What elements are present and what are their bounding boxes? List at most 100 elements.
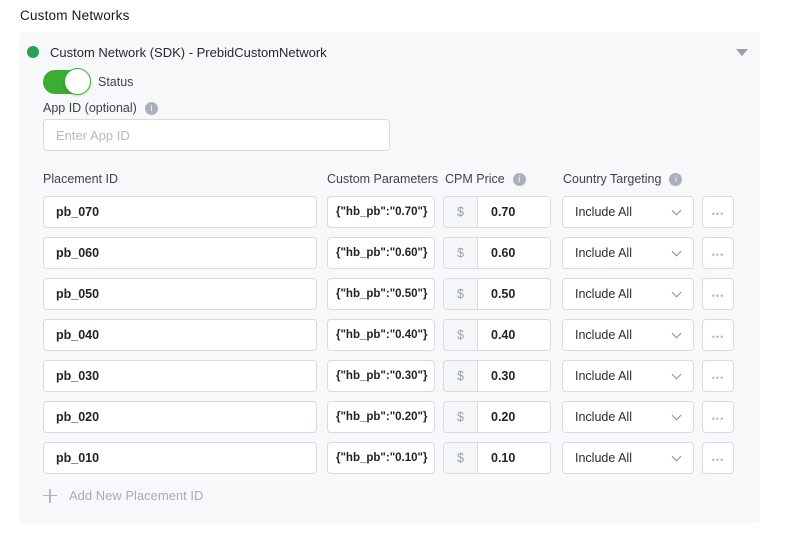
- ellipsis-icon: [712, 328, 724, 343]
- cpm-price-field: $: [443, 442, 551, 474]
- chevron-down-icon: [672, 288, 682, 298]
- plus-icon: [43, 489, 57, 503]
- placement-id-input[interactable]: [43, 278, 317, 310]
- custom-parameters-input[interactable]: [327, 237, 435, 269]
- currency-symbol: $: [444, 197, 478, 227]
- row-options-button[interactable]: [702, 237, 734, 269]
- ellipsis-icon: [712, 410, 724, 425]
- country-targeting-value: Include All: [575, 410, 673, 424]
- chevron-down-icon: [672, 411, 682, 421]
- table-row: $ Include All: [43, 319, 734, 351]
- cpm-price-input[interactable]: [478, 402, 550, 432]
- country-targeting-select[interactable]: Include All: [562, 196, 694, 228]
- country-targeting-value: Include All: [575, 205, 673, 219]
- chevron-down-icon: [672, 452, 682, 462]
- app-id-input[interactable]: [43, 119, 390, 151]
- chevron-down-icon: [672, 247, 682, 257]
- row-options-button[interactable]: [702, 278, 734, 310]
- app-id-info-icon[interactable]: [145, 102, 158, 115]
- ellipsis-icon: [712, 369, 724, 384]
- ellipsis-icon: [712, 246, 724, 261]
- placement-id-input[interactable]: [43, 319, 317, 351]
- country-targeting-value: Include All: [575, 451, 673, 465]
- currency-symbol: $: [444, 402, 478, 432]
- custom-network-card: Custom Network (SDK) - PrebidCustomNetwo…: [19, 32, 760, 523]
- cpm-price-field: $: [443, 196, 551, 228]
- ellipsis-icon: [712, 287, 724, 302]
- collapse-chevron-icon[interactable]: [736, 49, 748, 56]
- cpm-price-field: $: [443, 401, 551, 433]
- ellipsis-icon: [712, 205, 724, 220]
- country-targeting-select[interactable]: Include All: [562, 401, 694, 433]
- network-header: Custom Network (SDK) - PrebidCustomNetwo…: [27, 39, 748, 65]
- cpm-price-input[interactable]: [478, 238, 550, 268]
- country-targeting-select[interactable]: Include All: [562, 319, 694, 351]
- currency-symbol: $: [444, 361, 478, 391]
- currency-symbol: $: [444, 443, 478, 473]
- table-row: $ Include All: [43, 196, 734, 228]
- placement-id-input[interactable]: [43, 401, 317, 433]
- cpm-price-input[interactable]: [478, 443, 550, 473]
- cpm-price-header: CPM Price: [445, 172, 526, 186]
- table-row: $ Include All: [43, 360, 734, 392]
- cpm-price-field: $: [443, 319, 551, 351]
- table-header-row: Placement ID Custom Parameters CPM Price…: [43, 172, 736, 187]
- app-id-label: App ID (optional): [43, 101, 137, 115]
- custom-parameters-input[interactable]: [327, 196, 435, 228]
- country-targeting-value: Include All: [575, 369, 673, 383]
- add-new-placement-button[interactable]: Add New Placement ID: [43, 488, 203, 503]
- cpm-price-input[interactable]: [478, 279, 550, 309]
- currency-symbol: $: [444, 320, 478, 350]
- chevron-down-icon: [672, 370, 682, 380]
- network-status-dot-icon: [27, 46, 39, 58]
- cpm-price-input[interactable]: [478, 197, 550, 227]
- placement-id-input[interactable]: [43, 196, 317, 228]
- custom-parameters-input[interactable]: [327, 442, 435, 474]
- placement-id-header: Placement ID: [43, 172, 118, 186]
- cpm-price-field: $: [443, 278, 551, 310]
- country-targeting-select[interactable]: Include All: [562, 360, 694, 392]
- country-targeting-select[interactable]: Include All: [562, 237, 694, 269]
- row-options-button[interactable]: [702, 442, 734, 474]
- custom-parameters-input[interactable]: [327, 319, 435, 351]
- page-title: Custom Networks: [20, 8, 130, 23]
- country-targeting-value: Include All: [575, 287, 673, 301]
- row-options-button[interactable]: [702, 360, 734, 392]
- cpm-price-field: $: [443, 360, 551, 392]
- country-targeting-select[interactable]: Include All: [562, 442, 694, 474]
- status-toggle-row: Status: [43, 68, 133, 95]
- network-title: Custom Network (SDK) - PrebidCustomNetwo…: [50, 45, 327, 60]
- table-row: $ Include All: [43, 278, 734, 310]
- country-targeting-value: Include All: [575, 328, 673, 342]
- add-new-placement-label: Add New Placement ID: [69, 488, 203, 503]
- table-row: $ Include All: [43, 442, 734, 474]
- currency-symbol: $: [444, 279, 478, 309]
- custom-parameters-header: Custom Parameters: [327, 172, 438, 186]
- country-targeting-select[interactable]: Include All: [562, 278, 694, 310]
- country-targeting-info-icon[interactable]: [669, 173, 682, 186]
- custom-parameters-input[interactable]: [327, 278, 435, 310]
- custom-parameters-input[interactable]: [327, 360, 435, 392]
- ellipsis-icon: [712, 451, 724, 466]
- app-id-label-row: App ID (optional): [43, 101, 158, 115]
- placement-rows: $ Include All $ Include All: [43, 196, 734, 483]
- toggle-knob: [64, 68, 91, 95]
- cpm-price-input[interactable]: [478, 361, 550, 391]
- row-options-button[interactable]: [702, 401, 734, 433]
- status-toggle-label: Status: [98, 75, 133, 89]
- cpm-price-input[interactable]: [478, 320, 550, 350]
- row-options-button[interactable]: [702, 196, 734, 228]
- currency-symbol: $: [444, 238, 478, 268]
- cpm-price-field: $: [443, 237, 551, 269]
- country-targeting-header: Country Targeting: [563, 172, 682, 186]
- cpm-price-info-icon[interactable]: [513, 173, 526, 186]
- country-targeting-value: Include All: [575, 246, 673, 260]
- custom-parameters-input[interactable]: [327, 401, 435, 433]
- placement-id-input[interactable]: [43, 237, 317, 269]
- chevron-down-icon: [672, 206, 682, 216]
- row-options-button[interactable]: [702, 319, 734, 351]
- placement-id-input[interactable]: [43, 442, 317, 474]
- table-row: $ Include All: [43, 237, 734, 269]
- placement-id-input[interactable]: [43, 360, 317, 392]
- status-toggle[interactable]: [43, 70, 89, 94]
